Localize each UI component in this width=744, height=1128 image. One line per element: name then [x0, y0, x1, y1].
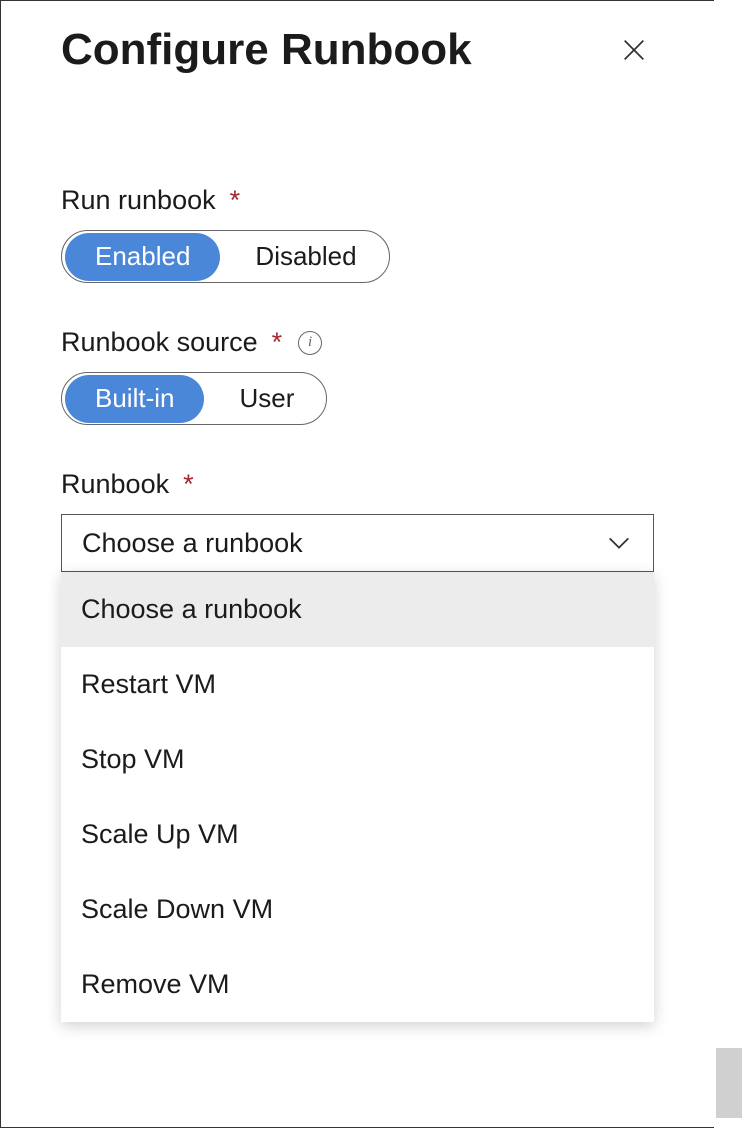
scrollbar-track	[714, 0, 744, 1128]
runbook-source-field: Runbook source * i Built-in User	[61, 327, 654, 425]
panel-header: Configure Runbook	[61, 25, 654, 75]
required-icon: *	[272, 327, 283, 358]
runbook-label-row: Runbook *	[61, 469, 654, 500]
runbook-option-restart-vm[interactable]: Restart VM	[61, 647, 654, 722]
close-icon	[620, 36, 648, 64]
runbook-source-user-option[interactable]: User	[209, 375, 324, 423]
info-icon[interactable]: i	[298, 331, 322, 355]
runbook-field: Runbook * Choose a runbook Choose a runb…	[61, 469, 654, 572]
chevron-down-icon	[605, 529, 633, 557]
runbook-selected-value: Choose a runbook	[82, 528, 303, 559]
run-runbook-toggle: Enabled Disabled	[61, 230, 390, 283]
run-runbook-field: Run runbook * Enabled Disabled	[61, 185, 654, 283]
runbook-source-toggle: Built-in User	[61, 372, 327, 425]
runbook-select: Choose a runbook Choose a runbook Restar…	[61, 514, 654, 572]
runbook-option-remove-vm[interactable]: Remove VM	[61, 947, 654, 1022]
scrollbar-thumb[interactable]	[716, 1048, 742, 1118]
required-icon: *	[183, 469, 194, 500]
runbook-option-scale-down-vm[interactable]: Scale Down VM	[61, 872, 654, 947]
run-runbook-enabled-option[interactable]: Enabled	[65, 233, 220, 281]
configure-runbook-panel: Configure Runbook Run runbook * Enabled …	[0, 0, 714, 1128]
run-runbook-label-row: Run runbook *	[61, 185, 654, 216]
runbook-source-label: Runbook source	[61, 327, 258, 358]
runbook-source-builtin-option[interactable]: Built-in	[65, 375, 204, 423]
runbook-option-stop-vm[interactable]: Stop VM	[61, 722, 654, 797]
runbook-source-label-row: Runbook source * i	[61, 327, 654, 358]
runbook-select-box[interactable]: Choose a runbook	[61, 514, 654, 572]
runbook-option-placeholder[interactable]: Choose a runbook	[61, 572, 654, 647]
runbook-label: Runbook	[61, 469, 169, 500]
runbook-dropdown: Choose a runbook Restart VM Stop VM Scal…	[61, 572, 654, 1022]
runbook-option-scale-up-vm[interactable]: Scale Up VM	[61, 797, 654, 872]
run-runbook-label: Run runbook	[61, 185, 216, 216]
close-button[interactable]	[614, 30, 654, 70]
run-runbook-disabled-option[interactable]: Disabled	[225, 233, 386, 281]
required-icon: *	[230, 185, 241, 216]
panel-title: Configure Runbook	[61, 25, 472, 75]
